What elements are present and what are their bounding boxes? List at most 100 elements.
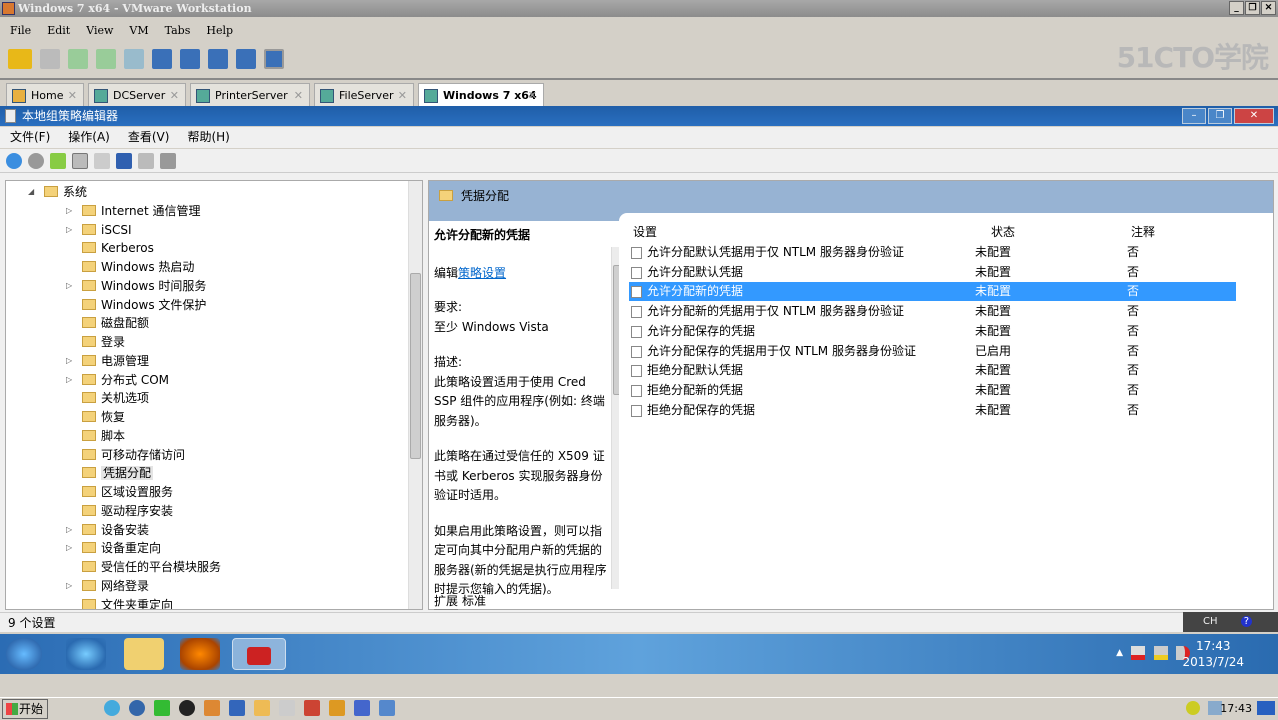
send-keys-icon[interactable] [40,49,60,69]
unity-icon[interactable] [236,49,256,69]
tree-node[interactable]: 恢复 [82,408,125,426]
tree-node[interactable]: 可移动存储访问 [82,446,185,464]
language-bar[interactable]: CH ? [1183,612,1278,632]
setting-row[interactable]: 允许分配保存的凭据用于仅 NTLM 服务器身份验证 已启用否 [629,342,1236,361]
video-icon[interactable] [229,700,245,716]
help-icon[interactable]: ? [1240,616,1253,627]
network-tool-icon[interactable] [354,700,370,716]
tree-node[interactable]: 凭据分配 [82,464,154,482]
back-icon[interactable] [6,152,22,169]
tree-node[interactable]: ▷ Internet 通信管理 [66,202,200,220]
minimize-button[interactable]: – [1182,108,1206,124]
ie-green-icon[interactable] [154,700,170,716]
close-tab-icon[interactable]: ✕ [68,84,77,108]
close-tab-icon[interactable]: ✕ [528,84,537,108]
maximize-button[interactable]: ❐ [1208,108,1232,124]
pause-icon[interactable] [8,49,32,69]
tree-node[interactable]: 驱动程序安装 [82,502,173,520]
powerpoint-icon[interactable] [304,700,320,716]
action-center-icon[interactable] [1131,646,1145,660]
up-folder-icon[interactable] [50,152,66,169]
qq-icon[interactable] [179,700,195,716]
setting-row[interactable]: 允许分配保存的凭据 未配置否 [629,322,1236,341]
menu-file[interactable]: 文件(F) [10,127,50,148]
menu-edit[interactable]: Edit [47,24,70,42]
tree-scrollbar[interactable] [408,181,422,609]
menu-file[interactable]: File [10,24,31,42]
tab-extended[interactable]: 扩展 [434,592,459,610]
setting-row[interactable]: 拒绝分配新的凭据 未配置否 [629,381,1236,400]
host-start-button[interactable]: 开始 [2,699,48,719]
close-tab-icon[interactable]: ✕ [294,84,303,108]
explorer-icon[interactable] [124,638,164,670]
vmware-icon[interactable] [379,700,395,716]
folder-icon[interactable] [254,700,270,716]
expand-arrow-icon[interactable]: ▷ [66,352,72,370]
menu-help[interactable]: Help [206,24,233,42]
tree-node[interactable]: 受信任的平台模块服务 [82,558,221,576]
start-orb-icon[interactable] [6,638,42,670]
host-clock[interactable]: 17:43 [1220,702,1252,715]
tab-standard[interactable]: 标准 [462,592,486,610]
column-state[interactable]: 状态 [991,223,1015,240]
fullscreen-icon[interactable] [208,49,228,69]
setting-row[interactable]: 拒绝分配保存的凭据 未配置否 [629,401,1236,420]
revert-snapshot-icon[interactable] [96,49,116,69]
tree-node[interactable]: 登录 [82,333,125,351]
tree-node[interactable]: 文件夹重定向 [82,596,173,609]
expand-arrow-icon[interactable]: ▷ [66,202,72,220]
expand-arrow-icon[interactable]: ▷ [66,371,72,389]
tree-node[interactable]: 关机选项 [82,389,149,407]
tree-node[interactable]: ▷ 设备重定向 [66,539,161,557]
menu-tabs[interactable]: Tabs [165,24,191,42]
tree-node[interactable]: ▷ 网络登录 [66,577,149,595]
ie-icon[interactable] [66,638,106,670]
close-tab-icon[interactable]: ✕ [398,84,407,108]
close-button[interactable]: ✕ [1261,1,1276,15]
media-player-icon[interactable] [180,638,220,670]
guest-clock[interactable]: 17:43 2013/7/24 [1182,638,1244,670]
setting-row[interactable]: 允许分配新的凭据 未配置否 [629,282,1236,302]
show-desktop-icon[interactable] [1257,701,1275,715]
expand-arrow-icon[interactable]: ▷ [66,277,72,295]
tree-node[interactable]: Kerberos [82,239,154,257]
network-icon[interactable] [1154,646,1168,660]
filter-icon[interactable] [160,152,176,169]
edit-policy-link[interactable]: 策略设置 [458,266,506,280]
properties-icon[interactable] [138,152,154,169]
close-button[interactable]: ✕ [1234,108,1274,124]
export-list-icon[interactable] [94,152,110,169]
snapshot-manager-icon[interactable] [124,49,144,69]
menu-vm[interactable]: VM [129,24,148,42]
show-hide-tree-icon[interactable] [72,152,88,169]
column-comment[interactable]: 注释 [1131,223,1155,240]
tree-node[interactable]: ▷ iSCSI [66,221,132,239]
tree-node[interactable]: ▷ 分布式 COM [66,371,169,389]
menu-view[interactable]: View [86,24,113,42]
tree-node[interactable]: Windows 文件保护 [82,296,206,314]
setting-row[interactable]: 允许分配默认凭据用于仅 NTLM 服务器身份验证 未配置否 [629,243,1236,262]
show-hidden-icons[interactable]: ▲ [1116,648,1123,658]
tree-node[interactable]: ▷ 电源管理 [66,352,149,370]
menu-help[interactable]: 帮助(H) [187,127,229,148]
close-tab-icon[interactable]: ✕ [170,84,179,108]
app-icon[interactable] [204,700,220,716]
console-view-icon[interactable] [180,49,200,69]
column-setting[interactable]: 设置 [633,223,657,240]
sidebar-view-icon[interactable] [152,49,172,69]
tree-node[interactable]: ◢ 系统 [28,183,87,201]
setting-row[interactable]: 拒绝分配默认凭据 未配置否 [629,361,1236,380]
minimize-button[interactable]: _ [1229,1,1244,15]
app2-icon[interactable] [329,700,345,716]
menu-action[interactable]: 操作(A) [68,127,110,148]
tree-node[interactable]: Windows 热启动 [82,258,194,276]
expand-arrow-icon[interactable]: ▷ [66,521,72,539]
tree-node[interactable]: 脚本 [82,427,125,445]
tree-node[interactable]: 区域设置服务 [82,483,173,501]
tree-node[interactable]: ▷ Windows 时间服务 [66,277,206,295]
menu-view[interactable]: 查看(V) [128,127,170,148]
thumbnail-view-icon[interactable] [264,49,284,69]
setting-row[interactable]: 允许分配新的凭据用于仅 NTLM 服务器身份验证 未配置否 [629,302,1236,321]
help-icon[interactable] [116,152,132,169]
collapse-arrow-icon[interactable]: ◢ [28,183,34,201]
